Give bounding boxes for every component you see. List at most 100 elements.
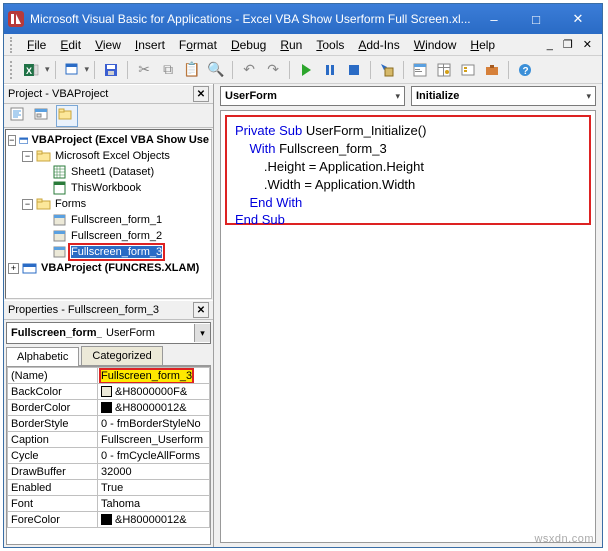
procedure-combo[interactable]: Initialize▾ <box>411 86 596 106</box>
object-browser-icon[interactable] <box>457 59 479 81</box>
project-panel-close-button[interactable]: ✕ <box>193 86 209 102</box>
prop-borderstyle-value[interactable]: 0 - fmBorderStyleNo <box>98 416 210 432</box>
mdi-close-button[interactable]: ✕ <box>579 38 596 51</box>
tree-forms-folder[interactable]: Forms <box>55 198 86 210</box>
folder-icon <box>36 149 52 163</box>
excel-icon[interactable]: X <box>19 59 43 81</box>
menu-addins[interactable]: Add-Ins <box>352 36 405 54</box>
properties-panel-close-button[interactable]: ✕ <box>193 302 209 318</box>
redo-icon[interactable]: ↷ <box>262 59 284 81</box>
help-icon[interactable]: ? <box>514 59 536 81</box>
prop-backcolor-value[interactable]: &H8000000F& <box>98 384 210 400</box>
prop-cycle-value[interactable]: 0 - fmCycleAllForms <box>98 448 210 464</box>
run-icon[interactable] <box>295 59 317 81</box>
toggle-folders-icon[interactable] <box>56 105 78 127</box>
save-icon[interactable] <box>100 59 122 81</box>
tab-alphabetic[interactable]: Alphabetic <box>6 347 79 366</box>
tree-toggle[interactable]: − <box>22 199 33 210</box>
prop-font-key[interactable]: Font <box>8 496 98 512</box>
properties-grid[interactable]: (Name)Fullscreen_form_3 BackColor&H80000… <box>6 366 211 545</box>
project-explorer-icon[interactable] <box>409 59 431 81</box>
design-mode-icon[interactable] <box>376 59 398 81</box>
watermark: wsxdn.com <box>534 533 594 545</box>
prop-forecolor-value[interactable]: &H80000012& <box>98 512 210 528</box>
tree-toggle[interactable]: − <box>22 151 33 162</box>
close-button[interactable]: ✕ <box>558 7 598 31</box>
prop-cycle-key[interactable]: Cycle <box>8 448 98 464</box>
prop-drawbuffer-key[interactable]: DrawBuffer <box>8 464 98 480</box>
project-toolbar <box>4 104 213 128</box>
cut-icon[interactable]: ✂ <box>133 59 155 81</box>
find-icon[interactable]: 🔍 <box>205 59 227 81</box>
tree-toggle[interactable]: − <box>8 135 16 146</box>
prop-caption-value[interactable]: Fullscreen_Userform <box>98 432 210 448</box>
properties-object-combo[interactable]: Fullscreen_form_ UserForm ▾ <box>6 322 211 344</box>
workbook-icon <box>52 181 68 195</box>
project-panel-header: Project - VBAProject ✕ <box>4 84 213 104</box>
prop-borderstyle-key[interactable]: BorderStyle <box>8 416 98 432</box>
prop-drawbuffer-value[interactable]: 32000 <box>98 464 210 480</box>
tree-thisworkbook[interactable]: ThisWorkbook <box>71 182 141 194</box>
view-object-icon[interactable] <box>32 105 54 127</box>
tree-form3-selected[interactable]: Fullscreen_form_3 <box>71 246 162 258</box>
code-highlight-box: Private Sub UserForm_Initialize() With F… <box>225 115 591 225</box>
tree-funcres[interactable]: VBAProject (FUNCRES.XLAM) <box>41 262 199 274</box>
tree-toggle[interactable]: + <box>8 263 19 274</box>
userform-icon <box>52 245 68 259</box>
menu-view[interactable]: View <box>89 36 127 54</box>
undo-icon[interactable]: ↶ <box>238 59 260 81</box>
code-editor[interactable]: Private Sub UserForm_Initialize() With F… <box>220 110 596 543</box>
window-title: Microsoft Visual Basic for Applications … <box>30 12 474 26</box>
properties-window-icon[interactable] <box>433 59 455 81</box>
code-pane: UserForm▾ Initialize▾ Private Sub UserFo… <box>214 84 602 547</box>
project-panel-title: Project - VBAProject <box>8 88 193 100</box>
folder-icon <box>36 197 52 211</box>
tab-categorized[interactable]: Categorized <box>81 346 162 365</box>
maximize-button[interactable]: □ <box>516 7 556 31</box>
vba-app-icon <box>8 11 24 27</box>
view-code-icon[interactable] <box>8 105 30 127</box>
prop-name-key[interactable]: (Name) <box>8 368 98 384</box>
prop-enabled-value[interactable]: True <box>98 480 210 496</box>
tree-sheet1[interactable]: Sheet1 (Dataset) <box>71 166 154 178</box>
copy-icon[interactable]: ⧉ <box>157 59 179 81</box>
break-icon[interactable] <box>319 59 341 81</box>
toolbar-gripper[interactable] <box>10 61 15 79</box>
prop-bordercolor-key[interactable]: BorderColor <box>8 400 98 416</box>
insert-userform-icon[interactable] <box>61 59 83 81</box>
menu-format[interactable]: Format <box>173 36 223 54</box>
userform-icon <box>52 229 68 243</box>
prop-backcolor-key[interactable]: BackColor <box>8 384 98 400</box>
object-combo[interactable]: UserForm▾ <box>220 86 405 106</box>
prop-forecolor-key[interactable]: ForeColor <box>8 512 98 528</box>
project-tree[interactable]: − VBAProject (Excel VBA Show Use − Microso… <box>5 129 212 299</box>
paste-icon[interactable]: 📋 <box>181 59 203 81</box>
menu-run[interactable]: Run <box>274 36 308 54</box>
reset-icon[interactable] <box>343 59 365 81</box>
menu-debug[interactable]: Debug <box>225 36 272 54</box>
prop-name-value[interactable]: Fullscreen_form_3 <box>101 370 192 382</box>
tree-form2[interactable]: Fullscreen_form_2 <box>71 230 162 242</box>
menu-tools[interactable]: Tools <box>310 36 350 54</box>
titlebar[interactable]: Microsoft Visual Basic for Applications … <box>4 4 602 34</box>
menu-help[interactable]: Help <box>464 36 501 54</box>
mdi-restore-button[interactable]: ❐ <box>559 38 577 51</box>
minimize-button[interactable]: ‒ <box>474 7 514 31</box>
prop-caption-key[interactable]: Caption <box>8 432 98 448</box>
menu-insert[interactable]: Insert <box>129 36 171 54</box>
tree-excel-objects[interactable]: Microsoft Excel Objects <box>55 150 170 162</box>
prop-font-value[interactable]: Tahoma <box>98 496 210 512</box>
tree-vbaproject[interactable]: VBAProject (Excel VBA Show Use <box>32 134 209 146</box>
prop-enabled-key[interactable]: Enabled <box>8 480 98 496</box>
chevron-down-icon: ▾ <box>395 91 400 102</box>
tree-form1[interactable]: Fullscreen_form_1 <box>71 214 162 226</box>
chevron-down-icon[interactable]: ▾ <box>194 324 210 342</box>
prop-bordercolor-value[interactable]: &H80000012& <box>98 400 210 416</box>
properties-panel-header: Properties - Fullscreen_form_3 ✕ <box>4 300 213 320</box>
menu-window[interactable]: Window <box>408 36 463 54</box>
mdi-minimize-button[interactable]: _ <box>543 39 557 51</box>
toolbox-icon[interactable] <box>481 59 503 81</box>
menubar-gripper[interactable] <box>10 37 15 53</box>
menu-edit[interactable]: Edit <box>54 36 87 54</box>
menu-file[interactable]: File <box>21 36 52 54</box>
